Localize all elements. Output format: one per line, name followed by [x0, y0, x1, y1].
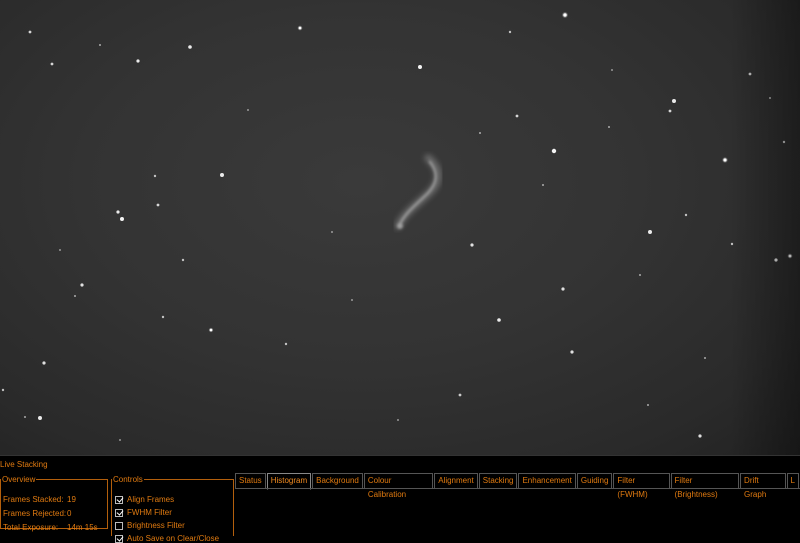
tab-filter-fwhm[interactable]: Filter (FWHM) — [613, 473, 670, 499]
tab-status[interactable]: Status — [235, 473, 266, 489]
checkbox-box[interactable] — [115, 495, 123, 504]
frames-rejected-row: Frames Rejected: 0 — [3, 509, 71, 518]
controls-legend: Controls — [113, 475, 143, 484]
fwhm-filter-label: FWHM Filter — [127, 508, 172, 517]
frames-rejected-label: Frames Rejected: — [3, 509, 67, 518]
auto-save-checkbox[interactable]: Auto Save on Clear/Close — [115, 534, 219, 543]
vignette-edge — [730, 0, 800, 455]
star-field — [1, 11, 793, 441]
frames-stacked-value: 19 — [67, 495, 76, 504]
histogram-tab-content — [235, 488, 800, 534]
total-exposure-row: Total Exposure: 14m 15s — [3, 523, 98, 532]
controls-group: Controls Align Frames FWHM Filter Bright… — [111, 475, 234, 543]
panel-title: Live Stacking — [0, 460, 48, 469]
tab-enhancement[interactable]: Enhancement — [518, 473, 576, 489]
tab-drift-graph[interactable]: Drift Graph — [740, 473, 786, 499]
settings-tabs: Status Histogram Background Colour Calib… — [235, 473, 800, 499]
tab-stacking[interactable]: Stacking — [478, 473, 518, 489]
frames-stacked-label: Frames Stacked: — [3, 495, 64, 504]
tab-colour-calibration[interactable]: Colour Calibration — [363, 473, 434, 499]
checkbox-box[interactable] — [115, 521, 123, 530]
checkbox-box[interactable] — [115, 508, 123, 517]
total-exposure-label: Total Exposure: — [3, 523, 59, 532]
frames-stacked-row: Frames Stacked: 19 — [3, 495, 76, 504]
align-frames-label: Align Frames — [127, 495, 175, 504]
brightness-filter-label: Brightness Filter — [127, 521, 185, 530]
overview-legend: Overview — [2, 475, 36, 484]
frames-rejected-value: 0 — [67, 509, 72, 518]
stacked-image-view[interactable] — [0, 0, 800, 455]
brightness-filter-checkbox[interactable]: Brightness Filter — [115, 521, 185, 530]
tab-alignment[interactable]: Alignment — [434, 473, 478, 489]
overview-group: Overview Frames Stacked: 19 Frames Rejec… — [0, 475, 108, 532]
tab-overflow[interactable]: L — [786, 473, 799, 489]
live-stacking-panel: Live Stacking Overview Frames Stacked: 1… — [0, 455, 800, 543]
tab-background[interactable]: Background — [312, 473, 363, 489]
fwhm-filter-checkbox[interactable]: FWHM Filter — [115, 508, 172, 517]
auto-save-label: Auto Save on Clear/Close — [127, 534, 220, 543]
total-exposure-value: 14m 15s — [67, 523, 98, 532]
checkbox-box[interactable] — [115, 534, 123, 543]
align-frames-checkbox[interactable]: Align Frames — [115, 495, 174, 504]
tab-filter-brightness[interactable]: Filter (Brightness) — [670, 473, 740, 499]
tab-guiding[interactable]: Guiding — [576, 473, 613, 489]
